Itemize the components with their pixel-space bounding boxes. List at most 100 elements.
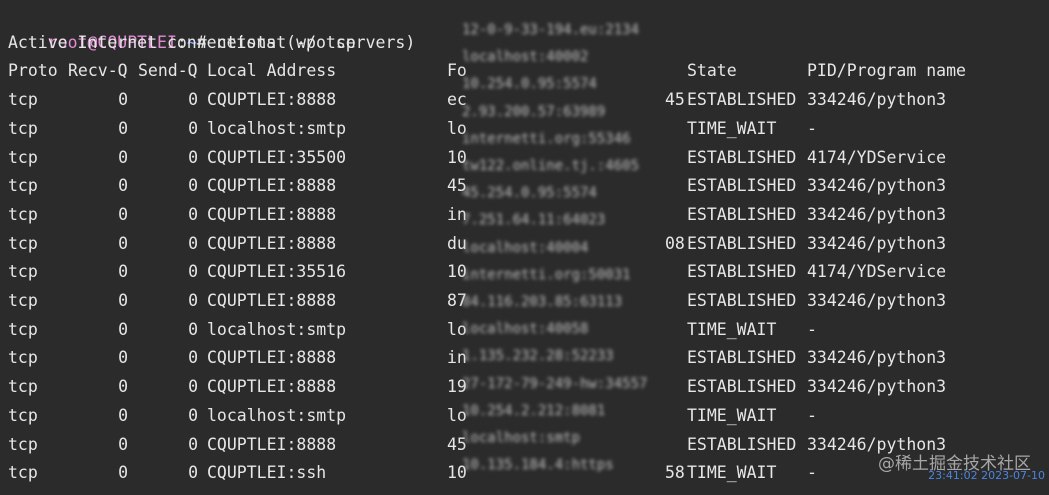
cell-recvq: 0 — [118, 204, 128, 224]
redacted-address: localhost:40058 — [462, 321, 589, 338]
watermark-timestamp: 23:41:02 2023-07-10 — [928, 469, 1045, 483]
cell-local-address: CQUPTLEI:8888 — [207, 377, 337, 397]
cell-proto: tcp — [8, 233, 38, 253]
cell-proto: tcp — [8, 291, 38, 310]
redacted-address: 45.254.0.95:5574 — [462, 185, 597, 202]
cell-pid-program: 4174/YDService — [807, 147, 947, 167]
cell-state: TIME_WAIT — [687, 319, 777, 339]
cell-pid-program: - — [807, 118, 817, 138]
cell-recvq: 0 — [118, 319, 128, 339]
cell-local-address: CQUPTLEI:8888 — [207, 291, 337, 310]
cell-local-address: localhost:smtp — [207, 319, 347, 339]
redacted-address: 27-172-79-249-hw:34557 — [462, 375, 648, 392]
cell-sendq: 0 — [188, 176, 198, 196]
cell-pid-program: 334246/python3 — [807, 233, 947, 253]
cell-recvq: 0 — [118, 176, 128, 196]
cell-proto: tcp — [8, 90, 38, 110]
cell-state: ESTABLISHED — [687, 434, 797, 454]
redacted-address: localhost:40002 — [462, 49, 589, 66]
header-sendq: Send-Q — [138, 61, 198, 81]
cell-recvq: 0 — [118, 90, 128, 110]
cell-sendq: 0 — [188, 348, 198, 368]
cell-state: ESTABLISHED — [687, 204, 797, 224]
cell-pid-program: 4174/YDService — [807, 262, 947, 282]
cell-sendq: 0 — [188, 291, 198, 310]
cell-state: ESTABLISHED — [687, 348, 797, 368]
redacted-address: 1.135.232.28:52233 — [462, 348, 614, 365]
cell-state: ESTABLISHED — [687, 262, 797, 282]
cell-pid-program: 334246/python3 — [807, 176, 947, 196]
cell-local-address: CQUPTLEI:8888 — [207, 204, 337, 224]
cell-recvq: 0 — [118, 463, 128, 483]
cell-recvq: 0 — [118, 348, 128, 368]
cell-state: ESTABLISHED — [687, 377, 797, 397]
prompt-line: root@CQUPTLEI:~# netstat -p tcp — [8, 0, 356, 52]
cell-recvq: 0 — [118, 233, 128, 253]
cell-recvq: 0 — [118, 147, 128, 167]
cell-proto: tcp — [8, 463, 38, 483]
redacted-address: 12-0-9-33-194.eu:2134 — [462, 22, 640, 38]
cell-pid-program: 334246/python3 — [807, 90, 947, 110]
redacted-address: internetti.org:50031 — [462, 266, 631, 283]
cell-recvq: 0 — [118, 434, 128, 454]
redacted-address: tw122.online.tj.:4605 — [462, 158, 640, 174]
cell-state: TIME_WAIT — [687, 463, 777, 483]
cell-recvq: 0 — [118, 405, 128, 425]
cell-sendq: 0 — [188, 377, 198, 397]
cell-state: ESTABLISHED — [687, 233, 797, 253]
cell-foreign-address-tail: 58 — [665, 463, 685, 483]
header-local-address: Local Address — [207, 61, 337, 81]
redacted-address: 84.116.203.85:63113 — [462, 294, 623, 310]
cell-proto: tcp — [8, 405, 38, 425]
cell-pid-program: 334246/python3 — [807, 377, 947, 397]
header-proto: Proto — [8, 61, 58, 81]
cell-local-address: CQUPTLEI:8888 — [207, 176, 337, 196]
cell-proto: tcp — [8, 377, 38, 397]
cell-state: ESTABLISHED — [687, 176, 797, 196]
cell-proto: tcp — [8, 204, 38, 224]
header-pid-program: PID/Program name — [807, 61, 966, 81]
redacted-address: localhost:40004 — [462, 239, 589, 256]
cell-pid-program: - — [807, 405, 817, 425]
header-state: State — [687, 61, 737, 81]
cell-sendq: 0 — [188, 434, 198, 454]
cell-local-address: CQUPTLEI:8888 — [207, 233, 337, 253]
cell-state: ESTABLISHED — [687, 90, 797, 110]
terminal-window[interactable]: root@CQUPTLEI:~# netstat -p tcp Active I… — [0, 0, 1049, 495]
cell-local-address: CQUPTLEI:ssh — [207, 463, 327, 483]
cell-foreign-address-tail: 45 — [665, 90, 685, 110]
cell-local-address: CQUPTLEI:8888 — [207, 348, 337, 368]
cell-proto: tcp — [8, 262, 38, 282]
cell-foreign-address-tail: 08 — [665, 233, 685, 253]
cell-proto: tcp — [8, 319, 38, 339]
cell-pid-program: 334246/python3 — [807, 348, 947, 368]
redacted-address: 2.93.200.57:63989 — [462, 103, 606, 120]
cell-sendq: 0 — [188, 233, 198, 253]
header-recvq: Recv-Q — [68, 61, 128, 81]
redacted-address: localhost:smtp — [462, 430, 581, 446]
cell-local-address: CQUPTLEI:8888 — [207, 90, 337, 110]
redacted-address: internetti.org:55346 — [462, 130, 631, 147]
cell-sendq: 0 — [188, 463, 198, 483]
cell-proto: tcp — [8, 118, 38, 138]
cell-local-address: localhost:smtp — [207, 118, 347, 138]
cell-state: ESTABLISHED — [687, 147, 797, 167]
cell-state: TIME_WAIT — [687, 118, 777, 138]
cell-proto: tcp — [8, 348, 38, 368]
cell-state: ESTABLISHED — [687, 291, 797, 310]
cell-local-address: CQUPTLEI:35500 — [207, 147, 347, 167]
cell-state: TIME_WAIT — [687, 405, 777, 425]
cell-proto: tcp — [8, 147, 38, 167]
cell-sendq: 0 — [188, 204, 198, 224]
cell-local-address: CQUPTLEI:8888 — [207, 434, 337, 454]
cell-sendq: 0 — [188, 147, 198, 167]
cell-local-address: localhost:smtp — [207, 405, 347, 425]
cell-local-address: CQUPTLEI:35516 — [207, 262, 347, 282]
output-title-line: Active Internet connections (w/o servers… — [8, 32, 416, 52]
redacted-address: 10.254.0.95:5574 — [462, 76, 597, 93]
cell-pid-program: - — [807, 463, 817, 483]
cell-recvq: 0 — [118, 118, 128, 138]
cell-pid-program: 334246/python3 — [807, 204, 947, 224]
cell-recvq: 0 — [118, 291, 128, 310]
cell-sendq: 0 — [188, 90, 198, 110]
